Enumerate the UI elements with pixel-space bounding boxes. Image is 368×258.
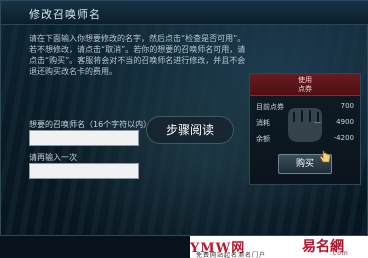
balance-value: -4200 [333,134,354,142]
rename-dialog: 修改召唤师名 请在下面输入你想要修改的名字，然后点击“检查是否可用”。若不想修改… [0,0,368,237]
hand-cursor-icon [319,150,331,163]
purchase-panel: 使用 点券 目前点券 700 消耗 — 4900 余额 -4200 购买 [249,73,361,185]
payment-header-line2: 点券 [298,85,312,93]
balance-label: 余额 [256,135,270,143]
confirm-name-input[interactable] [29,163,139,179]
minus-sign: — [314,118,321,126]
summoner-name-input[interactable] [29,130,139,146]
balance-row: 余额 -4200 [256,134,354,144]
payment-header: 使用 点券 [250,74,360,96]
dialog-title: 修改召唤师名 [29,8,101,21]
bottom-strip [0,236,190,258]
current-points-value: 700 [340,102,354,110]
watermark-domain: .com [330,250,349,257]
watermark: YMW网 易名網 .com 免费网站起名测名门户 [190,236,368,258]
current-points-label: 目前点券 [256,103,284,111]
payment-header-line1: 使用 [298,76,312,84]
confirm-field-label: 请再输入一次 [29,153,77,162]
cost-value: 4900 [336,118,354,126]
current-points-row: 目前点券 700 [256,102,354,112]
step-read-button[interactable]: 步骤阅读 [146,116,234,144]
cost-row: 消耗 — 4900 [256,118,354,128]
name-field-label: 想要的召唤师名（16个字符以内） [29,120,152,129]
title-bar: 修改召唤师名 [1,1,368,25]
watermark-subtitle: 免费网站起名测名门户 [196,252,267,258]
instructions-text: 请在下面输入你想要修改的名字，然后点击“检查是否可用”。若不想修改，请点击“取消… [29,34,246,76]
cost-label: 消耗 [256,119,270,127]
